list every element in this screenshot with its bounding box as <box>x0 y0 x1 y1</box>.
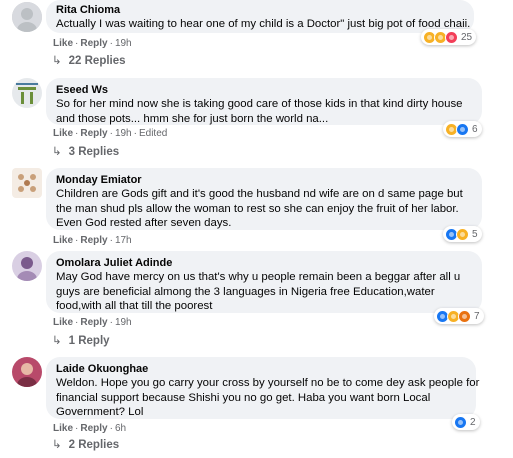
reaction-summary[interactable]: 25 <box>421 29 477 45</box>
reply-link[interactable]: Reply <box>80 423 107 434</box>
reply-link[interactable]: Reply <box>80 128 107 139</box>
edited-label[interactable]: Edited <box>139 128 167 139</box>
avatar-image <box>12 78 42 108</box>
timestamp[interactable]: 19h <box>115 128 132 139</box>
avatar-image <box>12 251 42 281</box>
view-replies-link[interactable]: ↳ 3 Replies <box>52 145 119 159</box>
comment-author[interactable]: Eseed Ws <box>56 83 472 97</box>
reply-arrow-icon: ↳ <box>52 146 62 158</box>
comment-bubble: Rita Chioma Actually I was waiting to he… <box>46 0 474 33</box>
comment-text-line: Even God rested after seven days. <box>56 217 232 229</box>
comment-text-line: financial support because Shishi you no … <box>56 391 431 404</box>
avatar[interactable] <box>12 2 42 32</box>
reaction-count: 25 <box>461 31 473 43</box>
timestamp[interactable]: 6h <box>115 423 126 434</box>
avatar[interactable] <box>12 251 42 281</box>
reply-link[interactable]: Reply <box>80 235 107 246</box>
reply-link[interactable]: Reply <box>80 317 107 328</box>
comment-text-line: Children are Gods gift and it's good the… <box>56 188 463 200</box>
comment-meta: Like · Reply · 19h · Edited <box>53 128 168 139</box>
like-reaction-icon <box>454 415 467 429</box>
comment-author[interactable]: Rita Chioma <box>56 3 464 17</box>
reaction-count: 7 <box>474 310 480 322</box>
view-replies-link[interactable]: ↳ 1 Reply <box>52 334 110 348</box>
reaction-summary[interactable]: 6 <box>443 121 482 137</box>
reaction-summary[interactable]: 2 <box>452 414 480 430</box>
reaction-count: 5 <box>472 228 478 240</box>
avatar-image <box>12 357 42 387</box>
reply-link[interactable]: Reply <box>80 38 107 49</box>
avatar[interactable] <box>12 357 42 387</box>
comment-text: Actually I was waiting to hear one of my… <box>56 18 471 30</box>
avatar-image <box>12 168 42 198</box>
comment-bubble: Omolara Juliet Adinde May God have mercy… <box>46 251 482 313</box>
like-link[interactable]: Like <box>53 38 73 49</box>
comment-bubble: Monday Emiator Children are Gods gift an… <box>46 168 482 230</box>
timestamp[interactable]: 19h <box>115 38 132 49</box>
view-replies-link[interactable]: ↳ 2 Replies <box>52 438 119 452</box>
comment-author[interactable]: Laide Okuonghae <box>56 362 466 376</box>
comment-text-line: Government? Lol <box>56 406 144 418</box>
comment-meta: Like · Reply · 19h <box>53 38 132 49</box>
comment-text-line: So for her mind now she is taking good c… <box>56 98 463 110</box>
reply-arrow-icon: ↳ <box>52 55 62 67</box>
timestamp[interactable]: 19h <box>115 317 132 328</box>
comment-text-line: May God have mercy on us that's why u pe… <box>56 271 461 283</box>
comment-meta: Like · Reply · 6h <box>53 423 127 434</box>
like-link[interactable]: Like <box>53 128 73 139</box>
view-replies-link[interactable]: ↳ 22 Replies <box>52 54 126 68</box>
comment-author[interactable]: Omolara Juliet Adinde <box>56 256 472 270</box>
comment-text-line: guys are beneficial almong the 3 languag… <box>56 285 435 298</box>
comment-text-line: the man shud pls allow the woman to rest… <box>56 202 459 215</box>
like-link[interactable]: Like <box>53 317 73 328</box>
reply-arrow-icon: ↳ <box>52 439 62 451</box>
love-reaction-icon <box>445 30 458 44</box>
timestamp[interactable]: 17h <box>115 235 132 246</box>
like-link[interactable]: Like <box>53 423 73 434</box>
avatar-placeholder-icon <box>12 2 42 32</box>
comment-text-line: Weldon. Hope you go carry your cross by … <box>56 377 480 389</box>
reaction-summary[interactable]: 7 <box>434 308 484 324</box>
avatar[interactable] <box>12 78 42 108</box>
haha-reaction-icon <box>456 227 469 241</box>
comment-bubble: Laide Okuonghae Weldon. Hope you go carr… <box>46 357 480 419</box>
reaction-count: 2 <box>470 416 476 428</box>
comment-bubble: Eseed Ws So for her mind now she is taki… <box>46 78 482 125</box>
reaction-count: 6 <box>472 123 478 135</box>
comment-meta: Like · Reply · 19h <box>53 317 132 328</box>
reply-arrow-icon: ↳ <box>52 335 62 347</box>
like-reaction-icon <box>456 122 469 136</box>
comment-text-line: food,with all that till the poorest <box>56 300 213 312</box>
reaction-summary[interactable]: 5 <box>443 226 482 242</box>
angry-reaction-icon <box>458 309 471 323</box>
comment-text-line: and those pots... hmm she for just born … <box>56 112 329 125</box>
avatar[interactable] <box>12 168 42 198</box>
comment-author[interactable]: Monday Emiator <box>56 173 472 187</box>
comment-meta: Like · Reply · 17h <box>53 235 132 246</box>
like-link[interactable]: Like <box>53 235 73 246</box>
